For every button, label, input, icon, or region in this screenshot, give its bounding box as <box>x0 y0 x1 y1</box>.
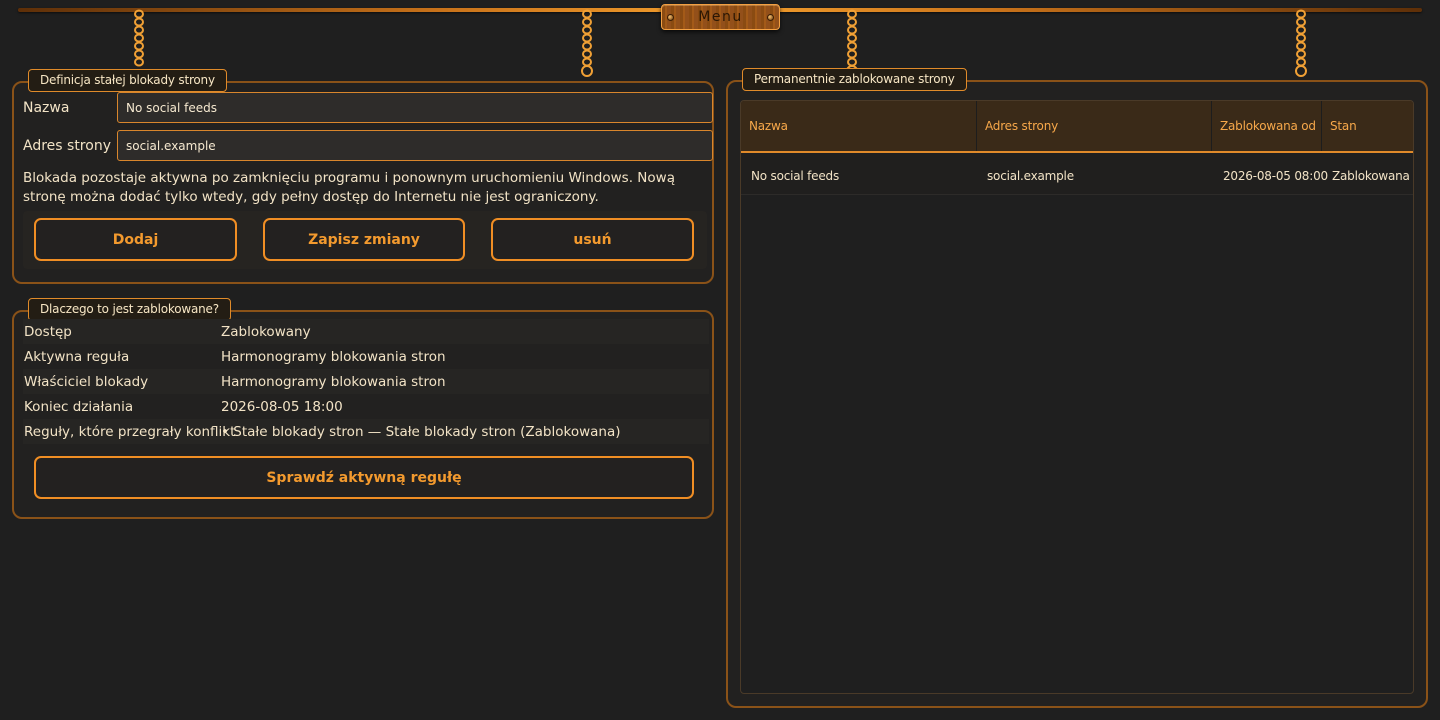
panel-title: Dlaczego to jest zablokowane? <box>28 298 231 321</box>
table-row[interactable]: No social feeds social.example 2026-08-0… <box>741 155 1413 195</box>
name-input[interactable] <box>117 92 713 123</box>
rivet-icon <box>767 14 774 21</box>
menu-button[interactable]: Menu <box>661 4 780 30</box>
column-header-address[interactable]: Adres strony <box>977 101 1212 151</box>
cell-name: No social feeds <box>751 169 840 183</box>
chain-ornament <box>132 8 146 68</box>
column-header-blocked-since[interactable]: Zablokowana od <box>1212 101 1322 151</box>
info-key: Reguły, które przegrały konflikt <box>24 424 236 440</box>
name-label: Nazwa <box>23 100 70 116</box>
info-key: Dostęp <box>24 324 72 340</box>
info-row-conflicts: Reguły, które przegrały konflikt • Stałe… <box>23 419 709 444</box>
cell-status: Zablokowana <box>1332 169 1410 183</box>
name-row: Nazwa <box>23 92 713 124</box>
info-value: • Stałe blokady stron — Stałe blokady st… <box>221 424 621 440</box>
blocked-sites-panel: Permanentnie zablokowane strony Nazwa Ad… <box>726 68 1428 708</box>
chain-ornament <box>1294 8 1308 80</box>
info-row-access: Dostęp Zablokowany <box>23 319 709 344</box>
info-row-end: Koniec działania 2026-08-05 18:00 <box>23 394 709 419</box>
button-row: Dodaj Zapisz zmiany usuń <box>23 211 707 269</box>
info-key: Aktywna reguła <box>24 349 130 365</box>
cell-address: social.example <box>987 169 1074 183</box>
block-definition-panel: Definicja stałej blokady strony Nazwa Ad… <box>12 69 714 284</box>
info-key: Koniec działania <box>24 399 134 415</box>
check-active-rule-button[interactable]: Sprawdź aktywną regułę <box>34 456 694 499</box>
address-input[interactable] <box>117 130 713 161</box>
info-value: 2026-08-05 18:00 <box>221 399 343 415</box>
blocked-sites-table: Nazwa Adres strony Zablokowana od Stan N… <box>740 100 1414 694</box>
column-header-status[interactable]: Stan <box>1322 101 1413 151</box>
panel-title: Definicja stałej blokady strony <box>28 69 227 92</box>
address-row: Adres strony <box>23 130 713 162</box>
menu-label: Menu <box>698 9 743 25</box>
add-button[interactable]: Dodaj <box>34 218 237 261</box>
chain-ornament <box>580 8 594 80</box>
remove-button[interactable]: usuń <box>491 218 694 261</box>
column-header-name[interactable]: Nazwa <box>741 101 977 151</box>
panel-title: Permanentnie zablokowane strony <box>742 68 967 91</box>
info-key: Właściciel blokady <box>24 374 149 390</box>
info-value: Harmonogramy blokowania stron <box>221 349 446 365</box>
cell-blocked-since: 2026-08-05 08:00 <box>1223 169 1328 183</box>
info-text: Blokada pozostaje aktywna po zamknięciu … <box>23 170 675 205</box>
address-label: Adres strony <box>23 138 111 154</box>
info-row-active-rule: Aktywna reguła Harmonogramy blokowania s… <box>23 344 709 369</box>
info-value: Harmonogramy blokowania stron <box>221 374 446 390</box>
why-blocked-panel: Dlaczego to jest zablokowane? Dostęp Zab… <box>12 298 714 519</box>
info-value: Zablokowany <box>221 324 311 340</box>
save-changes-button[interactable]: Zapisz zmiany <box>263 218 465 261</box>
info-row-owner: Właściciel blokady Harmonogramy blokowan… <box>23 369 709 394</box>
table-header: Nazwa Adres strony Zablokowana od Stan <box>741 101 1413 153</box>
